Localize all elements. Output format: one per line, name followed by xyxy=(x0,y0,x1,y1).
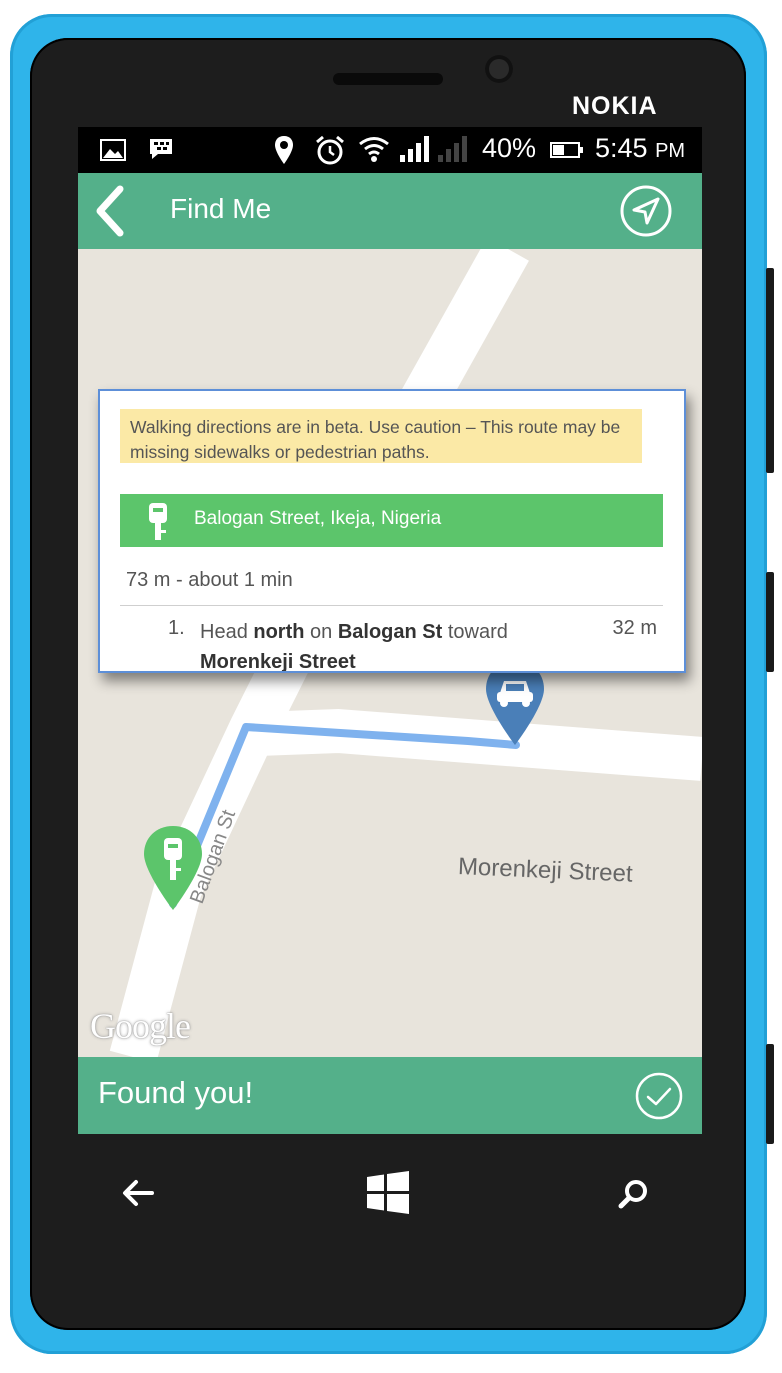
brand-logo: NOKIA xyxy=(572,92,658,120)
page-title: Find Me xyxy=(170,193,272,224)
divider xyxy=(120,605,663,606)
clock-suffix: PM xyxy=(655,140,686,162)
step-toward: Morenkeji Street xyxy=(200,651,356,673)
search-icon xyxy=(618,1180,647,1209)
navigation-arrow-icon xyxy=(620,185,672,237)
screen: 40% 5:45 PM Find Me Morenkeji Street Bal… xyxy=(78,127,702,1134)
direction-step[interactable]: 1. Head north on Balogan St toward Moren… xyxy=(120,617,663,673)
wifi-icon xyxy=(358,135,390,167)
parking-key-icon xyxy=(144,826,202,910)
clock: 5:45 PM xyxy=(595,133,685,164)
hardware-back-button[interactable] xyxy=(118,1176,158,1214)
app-bar: Find Me xyxy=(78,173,702,249)
step-number: 1. xyxy=(168,617,185,639)
destination-bar[interactable]: Balogan Street, Ikeja, Nigeria xyxy=(120,494,663,547)
directions-panel: Walking directions are in beta. Use caut… xyxy=(98,389,686,673)
arrow-left-icon xyxy=(123,1180,154,1206)
power-button[interactable] xyxy=(766,572,774,672)
chevron-left-icon xyxy=(96,185,124,237)
bbm-notification-icon xyxy=(148,137,174,165)
route-summary: 73 m - about 1 min xyxy=(126,569,293,591)
front-camera xyxy=(485,55,513,83)
location-icon xyxy=(274,135,294,169)
locate-button[interactable] xyxy=(618,183,674,239)
windows-start-button[interactable] xyxy=(366,1171,410,1219)
parking-key-icon xyxy=(146,502,170,546)
step-text-pre: Head xyxy=(200,621,254,643)
earpiece-speaker xyxy=(333,73,443,85)
car-marker[interactable] xyxy=(484,659,546,753)
status-bar: 40% 5:45 PM xyxy=(78,127,702,173)
step-text-mid: on xyxy=(304,621,338,643)
hardware-search-button[interactable] xyxy=(616,1176,652,1216)
google-attribution: Google xyxy=(90,1006,191,1046)
destination-address: Balogan Street, Ikeja, Nigeria xyxy=(194,508,442,529)
destination-marker[interactable] xyxy=(142,824,204,918)
bottom-bar: Found you! xyxy=(78,1057,702,1134)
battery-icon xyxy=(550,141,584,163)
step-instruction: Head north on Balogan St toward Morenkej… xyxy=(200,617,570,673)
clock-time: 5:45 xyxy=(595,133,648,163)
step-distance: 32 m xyxy=(612,617,657,639)
signal-icon xyxy=(398,135,432,167)
windows-logo-icon xyxy=(367,1171,409,1214)
confirm-button[interactable] xyxy=(634,1071,684,1121)
check-circle-icon xyxy=(635,1072,683,1120)
volume-button[interactable] xyxy=(766,268,774,473)
signal-secondary-icon xyxy=(436,135,470,167)
beta-warning-banner: Walking directions are in beta. Use caut… xyxy=(120,409,642,463)
step-road: Balogan St xyxy=(337,621,443,643)
step-direction: north xyxy=(253,621,305,643)
map-view[interactable]: Morenkeji Street Balogan St Google Walki… xyxy=(78,249,702,1057)
alarm-icon xyxy=(314,135,346,169)
found-message: Found you! xyxy=(98,1075,254,1110)
back-button[interactable] xyxy=(88,183,148,239)
step-text-post: toward xyxy=(442,621,508,643)
camera-button[interactable] xyxy=(766,1044,774,1144)
gallery-notification-icon xyxy=(100,139,126,165)
battery-percent: 40% xyxy=(482,133,537,163)
